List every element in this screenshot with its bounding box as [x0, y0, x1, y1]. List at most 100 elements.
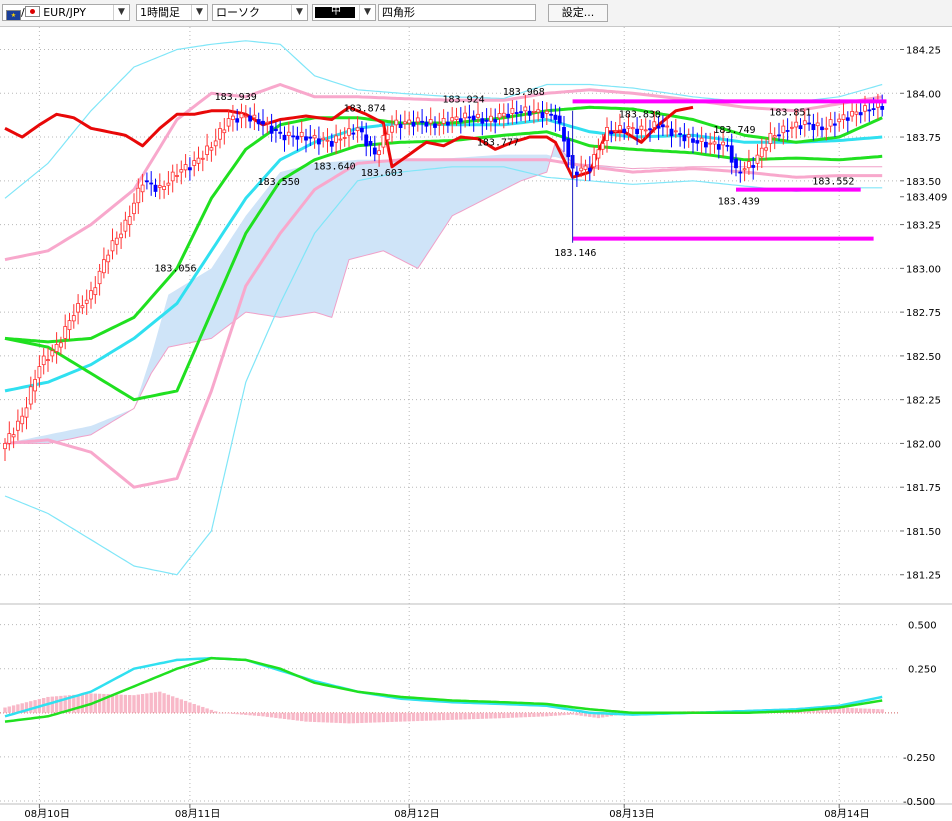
candle-body	[678, 133, 682, 135]
candle-body	[347, 128, 351, 136]
chevron-down-icon[interactable]: ▼	[291, 5, 307, 20]
macd-histogram-bar	[437, 712, 441, 721]
price-annotation: 183.777	[477, 137, 519, 148]
macd-histogram-bar	[235, 712, 239, 715]
macd-histogram-bar	[450, 712, 454, 720]
date-label: 08月10日	[24, 808, 69, 820]
chart-area[interactable]: 183.939 183.056 183.874 183.550 183.640 183.6…	[0, 27, 952, 821]
chevron-down-icon[interactable]: ▼	[191, 5, 207, 20]
candle-body	[312, 134, 317, 139]
candle-body	[802, 120, 807, 125]
candle-body	[291, 135, 296, 138]
candle	[67, 312, 72, 341]
macd-histogram-bar	[291, 712, 295, 721]
candle	[402, 110, 407, 130]
candle	[777, 122, 781, 142]
macd-histogram-bar	[523, 712, 527, 718]
candle-body	[398, 123, 403, 128]
macd-histogram-bar	[140, 694, 145, 713]
macd-histogram-bar	[54, 696, 59, 713]
candle	[497, 103, 502, 125]
macd-histogram-bar	[162, 693, 166, 713]
candle	[342, 127, 347, 147]
macd-histogram-bar	[558, 712, 562, 716]
candle-body	[269, 125, 274, 134]
settings-button[interactable]: 設定...	[548, 4, 608, 22]
candle-body	[566, 138, 571, 158]
candle	[372, 135, 377, 162]
macd-histogram-bar	[351, 712, 355, 724]
candle	[162, 180, 167, 199]
macd-histogram-bar	[480, 712, 484, 719]
candle	[89, 281, 93, 309]
candle-body	[110, 240, 115, 252]
macd-histogram-bar	[467, 712, 472, 720]
chart-style-select[interactable]: ローソク ▼	[212, 4, 308, 21]
candle-body	[639, 125, 644, 131]
macd-histogram-bar	[209, 709, 214, 713]
candle-body	[686, 134, 691, 138]
macd-histogram-bar	[252, 712, 257, 716]
candle-body	[820, 126, 824, 131]
candle-body	[695, 140, 700, 144]
candle-body	[136, 187, 141, 204]
candle	[334, 124, 339, 154]
macd-panel	[3, 656, 884, 724]
axis-tick-label: 181.75	[906, 483, 941, 494]
candle-body	[622, 128, 627, 133]
price-annotation: 183.924	[443, 95, 485, 106]
timeframe-select[interactable]: 1時間足 ▼	[136, 4, 208, 21]
candle-body	[691, 138, 695, 143]
chevron-down-icon[interactable]: ▼	[359, 5, 375, 20]
candle-body	[102, 259, 106, 274]
candle-body	[536, 109, 541, 113]
eu-flag-icon: ★	[6, 10, 21, 20]
macd-histogram-bar	[433, 712, 437, 721]
candle	[424, 116, 429, 133]
macd-histogram-bar	[175, 697, 179, 713]
candle	[441, 109, 446, 135]
candle	[458, 107, 463, 134]
candle-body	[704, 141, 708, 148]
candle-body	[794, 121, 799, 128]
chevron-down-icon[interactable]: ▼	[113, 5, 129, 20]
candle-body	[523, 106, 528, 112]
macd-histogram-bar	[192, 704, 196, 713]
macd-histogram-bar	[325, 712, 330, 723]
candle-body	[501, 112, 506, 117]
drawing-tool-field[interactable]: 四角形	[378, 4, 536, 21]
candle	[691, 126, 695, 154]
candle-body	[833, 123, 837, 126]
candle	[828, 112, 833, 133]
macd-histogram-bar	[321, 712, 325, 723]
candle-body	[609, 131, 614, 135]
candle-body	[325, 139, 330, 142]
date-label: 08月12日	[394, 808, 439, 820]
candle-body	[596, 149, 601, 159]
axis-tick-label: 183.75	[906, 133, 941, 144]
candle-body	[471, 115, 476, 121]
candle-body	[544, 110, 549, 114]
macd-histogram-bar	[553, 712, 558, 716]
candle-body	[450, 117, 455, 122]
candle-body	[50, 350, 55, 357]
candle-body	[93, 287, 98, 296]
candle	[248, 107, 253, 129]
macd-histogram-bar	[381, 712, 386, 723]
candle-body	[308, 136, 313, 139]
candle	[273, 121, 278, 143]
candle-body	[123, 219, 128, 232]
candle-body	[390, 125, 394, 133]
candle-body	[394, 119, 399, 126]
macd-histogram-bar	[386, 712, 390, 723]
candle-body	[67, 320, 72, 331]
candle-body	[618, 125, 622, 131]
macd-histogram-bar	[171, 696, 175, 713]
candle-body	[824, 127, 829, 130]
candle-body	[149, 182, 154, 185]
axis-tick-label: 182.75	[906, 308, 941, 319]
symbol-select[interactable]: ★ / EUR/JPY ▼	[2, 4, 130, 21]
macd-histogram-bar	[579, 712, 583, 716]
line-width-select[interactable]: 中 ▼	[312, 4, 376, 21]
candle-body	[273, 128, 278, 131]
